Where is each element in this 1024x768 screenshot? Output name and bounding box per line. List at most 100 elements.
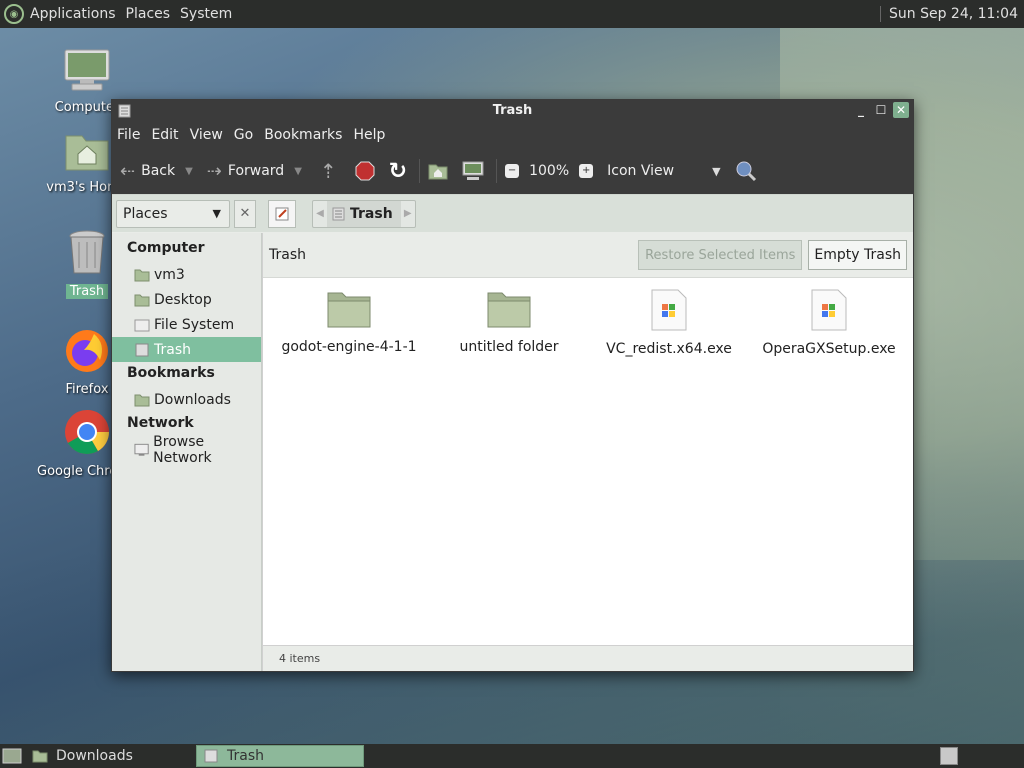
empty-trash-button[interactable]: Empty Trash: [808, 240, 907, 270]
menu-help[interactable]: Help: [353, 127, 385, 143]
chevron-down-icon: ▼: [712, 164, 721, 178]
view-mode-select[interactable]: Icon View ▼: [607, 163, 720, 179]
taskbar-item-downloads[interactable]: Downloads: [26, 745, 194, 767]
menu-file[interactable]: File: [117, 127, 140, 143]
computer-button[interactable]: [462, 161, 484, 181]
breadcrumb-label: Trash: [350, 205, 393, 222]
taskbar-item-label: Trash: [227, 748, 264, 764]
folder-icon: [269, 289, 429, 333]
breadcrumb-item-trash[interactable]: Trash: [327, 200, 401, 227]
menu-go[interactable]: Go: [234, 127, 253, 143]
menu-logo-icon[interactable]: ◉: [4, 4, 24, 24]
content-title: Trash: [269, 247, 306, 263]
window-titlebar[interactable]: Trash _ ☐ ✕: [112, 100, 913, 122]
taskbar-item-trash[interactable]: Trash: [196, 745, 364, 767]
desktop-icon: [2, 748, 22, 764]
home-button[interactable]: [428, 162, 448, 180]
sidebar-item-label: Trash: [154, 341, 191, 358]
trash-icon: [204, 749, 218, 763]
file-name: OperaGXSetup.exe: [762, 341, 896, 357]
top-panel: ◉ Applications Places System Sun Sep 24,…: [0, 0, 1024, 28]
file-view: Trash Restore Selected Items Empty Trash…: [262, 233, 913, 671]
reload-icon: ↻: [388, 158, 408, 184]
sidebar-item-label: File System: [154, 316, 235, 333]
menu-edit[interactable]: Edit: [151, 127, 178, 143]
minimize-button[interactable]: _: [853, 102, 869, 118]
restore-selected-button[interactable]: Restore Selected Items: [638, 240, 803, 270]
forward-button[interactable]: ⇢ Forward ▼: [201, 161, 302, 182]
show-desktop-button[interactable]: [0, 745, 24, 767]
menu-applications[interactable]: Applications: [30, 6, 116, 22]
places-select-label: Places: [123, 205, 168, 222]
workspace-switcher[interactable]: [940, 747, 958, 765]
sidebar-header-computer: Computer: [127, 240, 205, 256]
sidebar-item-downloads[interactable]: Downloads: [112, 387, 261, 412]
reload-button[interactable]: ↻: [389, 159, 407, 184]
back-button[interactable]: ⇠ Back ▼: [120, 161, 193, 182]
toolbar-separator: [496, 159, 498, 183]
view-mode-label: Icon View: [607, 163, 675, 179]
file-name: untitled folder: [459, 339, 559, 355]
toolbar-separator: [419, 159, 421, 183]
stop-icon: [355, 161, 375, 181]
up-button[interactable]: ⇡: [320, 159, 337, 183]
forward-arrow-icon: ⇢: [206, 160, 222, 182]
sidebar-item-vm3[interactable]: vm3: [112, 262, 261, 287]
computer-icon: [37, 48, 137, 96]
sidebar-item-browse-network[interactable]: Browse Network: [112, 434, 261, 466]
sidebar-item-label: vm3: [154, 266, 185, 283]
file-name: godot-engine-4-1-1: [281, 339, 417, 355]
trash-info-bar: Trash Restore Selected Items Empty Trash: [263, 233, 913, 278]
menu-system[interactable]: System: [180, 6, 232, 22]
folder-icon: [429, 289, 589, 333]
trash-icon: [117, 103, 132, 118]
sidebar-item-label: Desktop: [154, 291, 212, 308]
edit-icon: [275, 207, 289, 220]
sidebar-item-filesystem[interactable]: File System: [112, 312, 261, 337]
sidebar-places-select[interactable]: Places ▼: [116, 199, 230, 228]
back-arrow-icon: ⇠: [120, 160, 136, 182]
file-manager-window: Trash _ ☐ ✕ File Edit View Go Bookmarks …: [111, 99, 914, 672]
up-arrow-icon: ⇡: [319, 159, 337, 183]
computer-icon: [462, 161, 484, 180]
forward-label: Forward: [227, 163, 285, 179]
breadcrumb: ◀ Trash ▶: [312, 199, 416, 228]
search-button[interactable]: [735, 160, 757, 182]
folder-icon: [134, 394, 150, 406]
sidebar-item-desktop[interactable]: Desktop: [112, 287, 261, 312]
executable-icon: [749, 289, 909, 335]
file-item[interactable]: VC_redist.x64.exe: [589, 279, 749, 357]
crumb-left-arrow-icon[interactable]: ◀: [313, 208, 327, 219]
sidebar-item-trash[interactable]: Trash: [112, 337, 261, 362]
zoom-in-button[interactable]: +: [579, 164, 594, 178]
maximize-button[interactable]: ☐: [873, 102, 889, 118]
crumb-right-arrow-icon[interactable]: ▶: [401, 208, 415, 219]
desktop-icon-label: Trash: [65, 284, 109, 299]
menu-places[interactable]: Places: [126, 6, 171, 22]
back-label: Back: [141, 163, 176, 179]
toggle-location-entry-button[interactable]: [268, 199, 296, 228]
close-sidebar-button[interactable]: ✕: [234, 199, 256, 228]
chevron-down-icon[interactable]: ▼: [185, 166, 193, 177]
stop-button[interactable]: [355, 161, 375, 181]
menu-view[interactable]: View: [190, 127, 223, 143]
chevron-down-icon[interactable]: ▼: [294, 166, 302, 177]
panel-separator: [880, 6, 882, 22]
network-icon: [134, 443, 149, 456]
chevron-down-icon: ▼: [212, 207, 221, 220]
sidebar: Computer vm3 Desktop File System Trash B…: [112, 233, 262, 671]
trash-icon: [135, 343, 149, 356]
file-item[interactable]: godot-engine-4-1-1: [269, 279, 429, 355]
sidebar-item-label: Downloads: [154, 391, 231, 408]
trash-icon: [332, 207, 345, 221]
home-folder-icon: [134, 269, 150, 281]
home-folder-icon: [428, 164, 448, 180]
file-item[interactable]: untitled folder: [429, 279, 589, 355]
file-item[interactable]: OperaGXSetup.exe: [749, 279, 909, 357]
bottom-panel: Downloads Trash: [0, 744, 1024, 768]
zoom-out-button[interactable]: −: [505, 164, 520, 178]
menu-bookmarks[interactable]: Bookmarks: [264, 127, 342, 143]
location-bar: Places ▼ ✕ ◀ Trash ▶: [112, 194, 913, 232]
clock[interactable]: Sun Sep 24, 11:04: [889, 6, 1018, 22]
close-button[interactable]: ✕: [893, 102, 909, 118]
